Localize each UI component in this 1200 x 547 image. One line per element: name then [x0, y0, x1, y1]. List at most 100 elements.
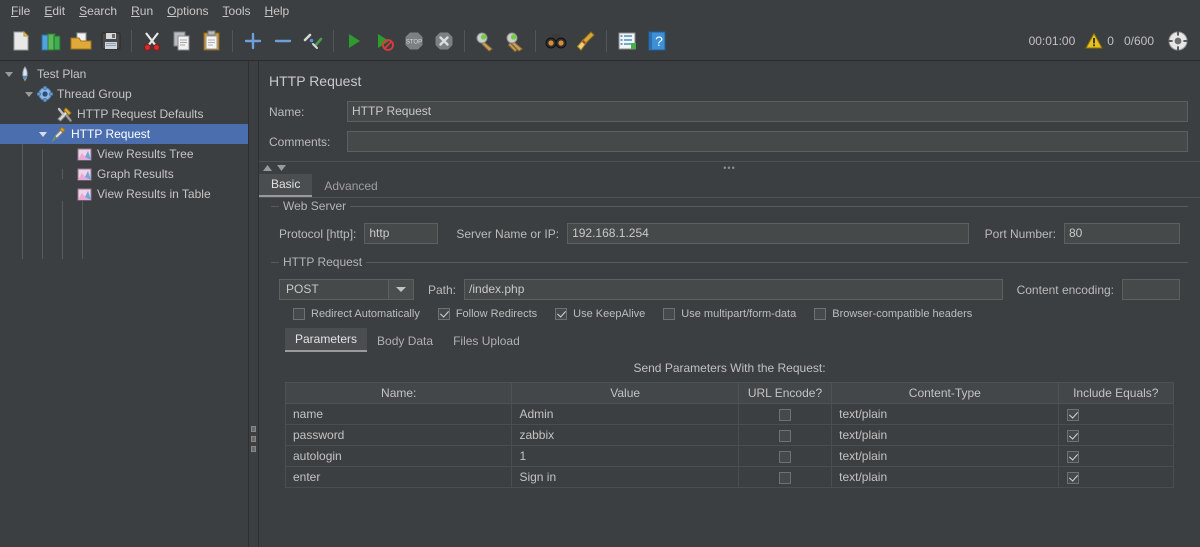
table-row[interactable]: name Admin text/plain: [284, 403, 1175, 425]
content-encoding-input[interactable]: [1122, 279, 1180, 300]
checkbox-checked-icon[interactable]: [1066, 429, 1079, 442]
chevron-down-icon[interactable]: [388, 280, 413, 299]
cell-content-type[interactable]: text/plain: [831, 424, 1059, 446]
panel-collapse-strip[interactable]: •••: [259, 161, 1200, 174]
cell-name[interactable]: name: [284, 403, 513, 425]
menu-run[interactable]: Run: [124, 2, 160, 20]
follow-redirects-option[interactable]: Follow Redirects: [437, 308, 537, 320]
cell-content-type[interactable]: text/plain: [831, 403, 1059, 425]
cell-url-encode[interactable]: [737, 445, 833, 467]
checkbox-checked-icon[interactable]: [1066, 408, 1079, 421]
tree-node-http-request[interactable]: HTTP Request: [0, 124, 248, 144]
help-button[interactable]: ?: [642, 26, 672, 56]
checkbox-icon[interactable]: [663, 308, 676, 320]
tree-node-view-results-in-table[interactable]: View Results in Table: [0, 184, 248, 204]
cell-include-equals[interactable]: [1057, 445, 1175, 467]
chevron-down-icon[interactable]: [2, 64, 16, 84]
checkbox-icon[interactable]: [293, 308, 305, 320]
cell-url-encode[interactable]: [737, 466, 833, 488]
tree-node-thread-group[interactable]: Thread Group: [0, 84, 248, 104]
comments-input[interactable]: [347, 131, 1188, 152]
cell-name[interactable]: autologin: [284, 445, 513, 467]
tree-node-test-plan[interactable]: Test Plan: [0, 64, 248, 84]
tab-parameters[interactable]: Parameters: [285, 328, 368, 352]
remote-engines-icon[interactable]: [1164, 31, 1188, 51]
start-button[interactable]: [339, 26, 369, 56]
clear-all-button[interactable]: [500, 26, 530, 56]
chevron-down-icon[interactable]: [36, 124, 50, 144]
tree-node-view-results-tree[interactable]: View Results Tree: [0, 144, 248, 164]
clear-button[interactable]: [470, 26, 500, 56]
checkbox-checked-icon[interactable]: [437, 308, 450, 320]
table-row[interactable]: autologin 1 text/plain: [284, 445, 1175, 467]
menu-file[interactable]: File: [4, 2, 37, 20]
collapse-all-button[interactable]: [268, 26, 298, 56]
copy-button[interactable]: [167, 26, 197, 56]
cell-name[interactable]: enter: [284, 466, 513, 488]
new-button[interactable]: [6, 26, 36, 56]
cell-value[interactable]: Admin: [511, 403, 739, 425]
menu-tools[interactable]: Tools: [216, 2, 258, 20]
shutdown-button[interactable]: [429, 26, 459, 56]
save-button[interactable]: [96, 26, 126, 56]
col-name[interactable]: Name:: [284, 382, 513, 404]
col-include-equals[interactable]: Include Equals?: [1057, 382, 1175, 404]
tab-advanced[interactable]: Advanced: [312, 176, 389, 197]
tree-node-graph-results[interactable]: Graph Results: [0, 164, 248, 184]
stop-button[interactable]: STOP: [399, 26, 429, 56]
tab-body-data[interactable]: Body Data: [367, 330, 443, 352]
splitter-grip[interactable]: [251, 426, 256, 452]
port-input[interactable]: [1064, 223, 1180, 244]
cell-value[interactable]: Sign in: [511, 466, 739, 488]
templates-button[interactable]: [36, 26, 66, 56]
search-reset-button[interactable]: [571, 26, 601, 56]
cell-include-equals[interactable]: [1057, 424, 1175, 446]
tab-files-upload[interactable]: Files Upload: [443, 330, 530, 352]
start-no-pauses-button[interactable]: [369, 26, 399, 56]
checkbox-checked-icon[interactable]: [1066, 471, 1079, 484]
warning-triangle-icon[interactable]: [1085, 31, 1104, 50]
checkbox-icon[interactable]: [814, 308, 827, 320]
table-row[interactable]: password zabbix text/plain: [284, 424, 1175, 446]
parameters-table[interactable]: Name: Value URL Encode? Content-Type Inc…: [284, 382, 1175, 488]
checkbox-checked-icon[interactable]: [1066, 450, 1079, 463]
cell-name[interactable]: password: [284, 424, 513, 446]
checkbox-icon[interactable]: [778, 471, 791, 484]
chevron-down-icon[interactable]: [22, 84, 36, 104]
menu-edit[interactable]: Edit: [37, 2, 72, 20]
table-row[interactable]: enter Sign in text/plain: [284, 466, 1175, 488]
redirect-automatically-option[interactable]: Redirect Automatically: [293, 308, 420, 320]
col-content-type[interactable]: Content-Type: [831, 382, 1059, 404]
open-button[interactable]: [66, 26, 96, 56]
parameter-tabs[interactable]: Parameters Body Data Files Upload: [279, 328, 1180, 352]
menu-help[interactable]: Help: [258, 2, 297, 20]
menu-search[interactable]: Search: [72, 2, 124, 20]
checkbox-icon[interactable]: [778, 450, 791, 463]
search-button[interactable]: [541, 26, 571, 56]
use-keepalive-option[interactable]: Use KeepAlive: [555, 308, 645, 320]
browser-compatible-headers-option[interactable]: Browser-compatible headers: [814, 308, 972, 320]
protocol-input[interactable]: [364, 223, 439, 244]
cell-content-type[interactable]: text/plain: [831, 466, 1059, 488]
cell-content-type[interactable]: text/plain: [831, 445, 1059, 467]
mode-tabs[interactable]: Basic Advanced: [259, 174, 1200, 198]
col-value[interactable]: Value: [511, 382, 739, 404]
col-url-encode[interactable]: URL Encode?: [737, 382, 833, 404]
tab-basic[interactable]: Basic: [259, 174, 313, 197]
method-select[interactable]: POST: [279, 279, 414, 300]
cell-value[interactable]: 1: [511, 445, 739, 467]
split-pane-divider[interactable]: [248, 61, 259, 547]
use-multipart-option[interactable]: Use multipart/form-data: [663, 308, 796, 320]
name-input[interactable]: [347, 101, 1188, 122]
cell-url-encode[interactable]: [737, 403, 833, 425]
cut-button[interactable]: [137, 26, 167, 56]
cell-value[interactable]: zabbix: [511, 424, 739, 446]
cell-include-equals[interactable]: [1057, 403, 1175, 425]
test-plan-tree[interactable]: Test Plan Thread Group HTTP Request Defa…: [0, 61, 248, 547]
path-input[interactable]: [464, 279, 1003, 300]
function-helper-button[interactable]: [612, 26, 642, 56]
menu-options[interactable]: Options: [160, 2, 215, 20]
server-name-input[interactable]: [567, 223, 969, 244]
checkbox-checked-icon[interactable]: [555, 308, 568, 320]
cell-include-equals[interactable]: [1057, 466, 1175, 488]
